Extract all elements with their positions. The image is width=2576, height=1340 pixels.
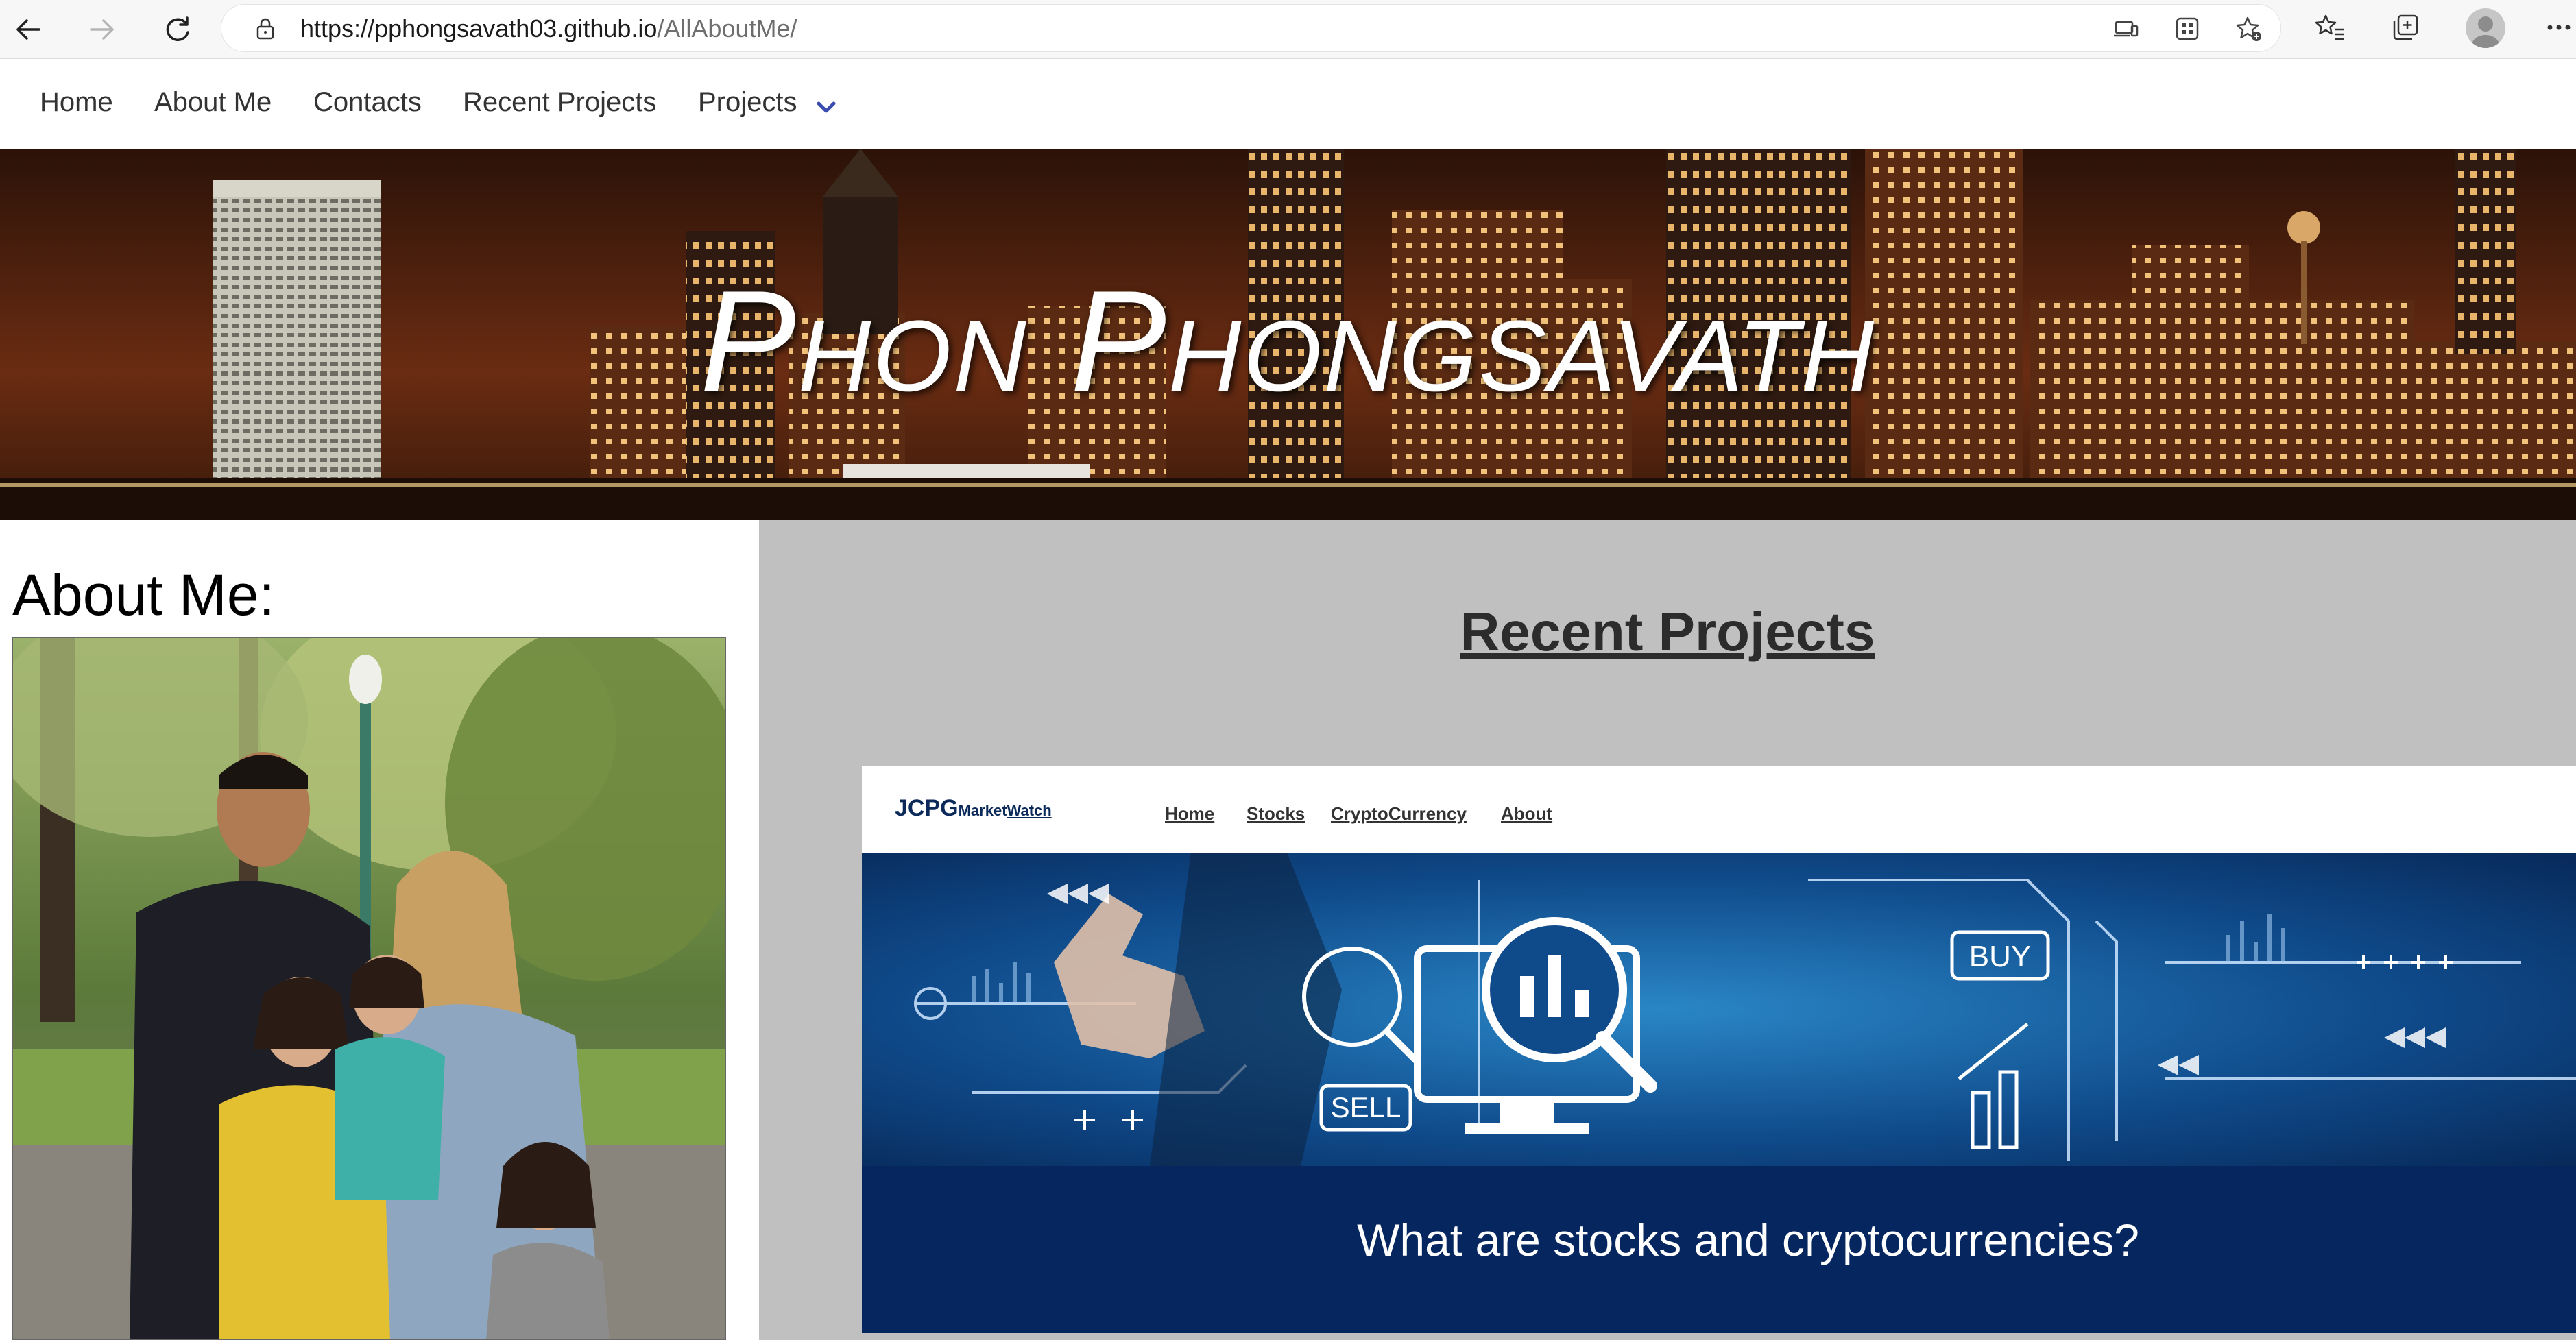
url-host: https://pphongsavath03.github.io xyxy=(300,14,658,42)
project-hero-image: BUY SELL xyxy=(862,853,2576,1166)
project-logo-main: JCPG xyxy=(895,795,959,821)
project-logo-sub-a: Market xyxy=(958,802,1007,819)
lock-icon[interactable] xyxy=(253,16,278,41)
forward-icon[interactable] xyxy=(81,8,123,51)
buy-label: BUY xyxy=(1969,940,2031,973)
banner-title: Phon Phongsavath xyxy=(699,260,1877,422)
recent-projects-section: Recent Projects JCPGMarketWatch Home Sto… xyxy=(759,520,2576,1340)
recent-projects-heading[interactable]: Recent Projects xyxy=(759,600,2576,663)
project-caption-bar: What are stocks and cryptocurrencies? xyxy=(862,1166,2576,1333)
family-photo xyxy=(12,637,726,1340)
about-section: About Me: xyxy=(0,520,759,1340)
chevron-down-icon[interactable] xyxy=(815,96,838,119)
about-heading: About Me: xyxy=(12,563,275,627)
refresh-icon[interactable] xyxy=(156,8,199,51)
project-nav-stocks[interactable]: Stocks xyxy=(1247,803,1305,825)
url-path: /AllAboutMe/ xyxy=(657,14,797,42)
sell-label: SELL xyxy=(1331,1091,1401,1123)
project-nav-home[interactable]: Home xyxy=(1165,803,1214,825)
project-nav-about[interactable]: About xyxy=(1501,803,1552,825)
site-navbar: Home About Me Contacts Recent Projects P… xyxy=(0,60,2576,149)
nav-projects[interactable]: Projects xyxy=(698,87,797,118)
hero-banner: Phon Phongsavath xyxy=(0,149,2576,520)
back-icon[interactable] xyxy=(7,8,49,51)
project-preview-navbar: JCPGMarketWatch Home Stocks CryptoCurren… xyxy=(862,766,2576,853)
browser-toolbar: https://pphongsavath03.github.io/AllAbou… xyxy=(0,0,2576,59)
more-icon[interactable] xyxy=(2541,10,2576,45)
collections-icon[interactable] xyxy=(2387,10,2423,45)
project-nav-cryptocurrency[interactable]: CryptoCurrency xyxy=(1331,803,1467,825)
nav-contacts[interactable]: Contacts xyxy=(313,87,422,118)
nav-recent-projects[interactable]: Recent Projects xyxy=(463,87,656,118)
nav-about-me[interactable]: About Me xyxy=(154,87,272,118)
profile-icon[interactable] xyxy=(2466,8,2505,48)
extensions-icon[interactable] xyxy=(2173,14,2202,43)
project-preview-card[interactable]: JCPGMarketWatch Home Stocks CryptoCurren… xyxy=(862,766,2576,1333)
project-caption: What are stocks and cryptocurrencies? xyxy=(1357,1215,2139,1265)
favorites-icon[interactable] xyxy=(2312,10,2348,45)
url-text[interactable]: https://pphongsavath03.github.io/AllAbou… xyxy=(300,14,797,43)
project-logo: JCPGMarketWatch xyxy=(895,795,1052,822)
app-available-icon[interactable] xyxy=(2111,14,2140,43)
address-bar[interactable]: https://pphongsavath03.github.io/AllAbou… xyxy=(221,4,2281,52)
add-favorite-icon[interactable] xyxy=(2235,14,2263,43)
nav-home[interactable]: Home xyxy=(40,87,113,118)
project-logo-sub-b: Watch xyxy=(1007,802,1052,819)
